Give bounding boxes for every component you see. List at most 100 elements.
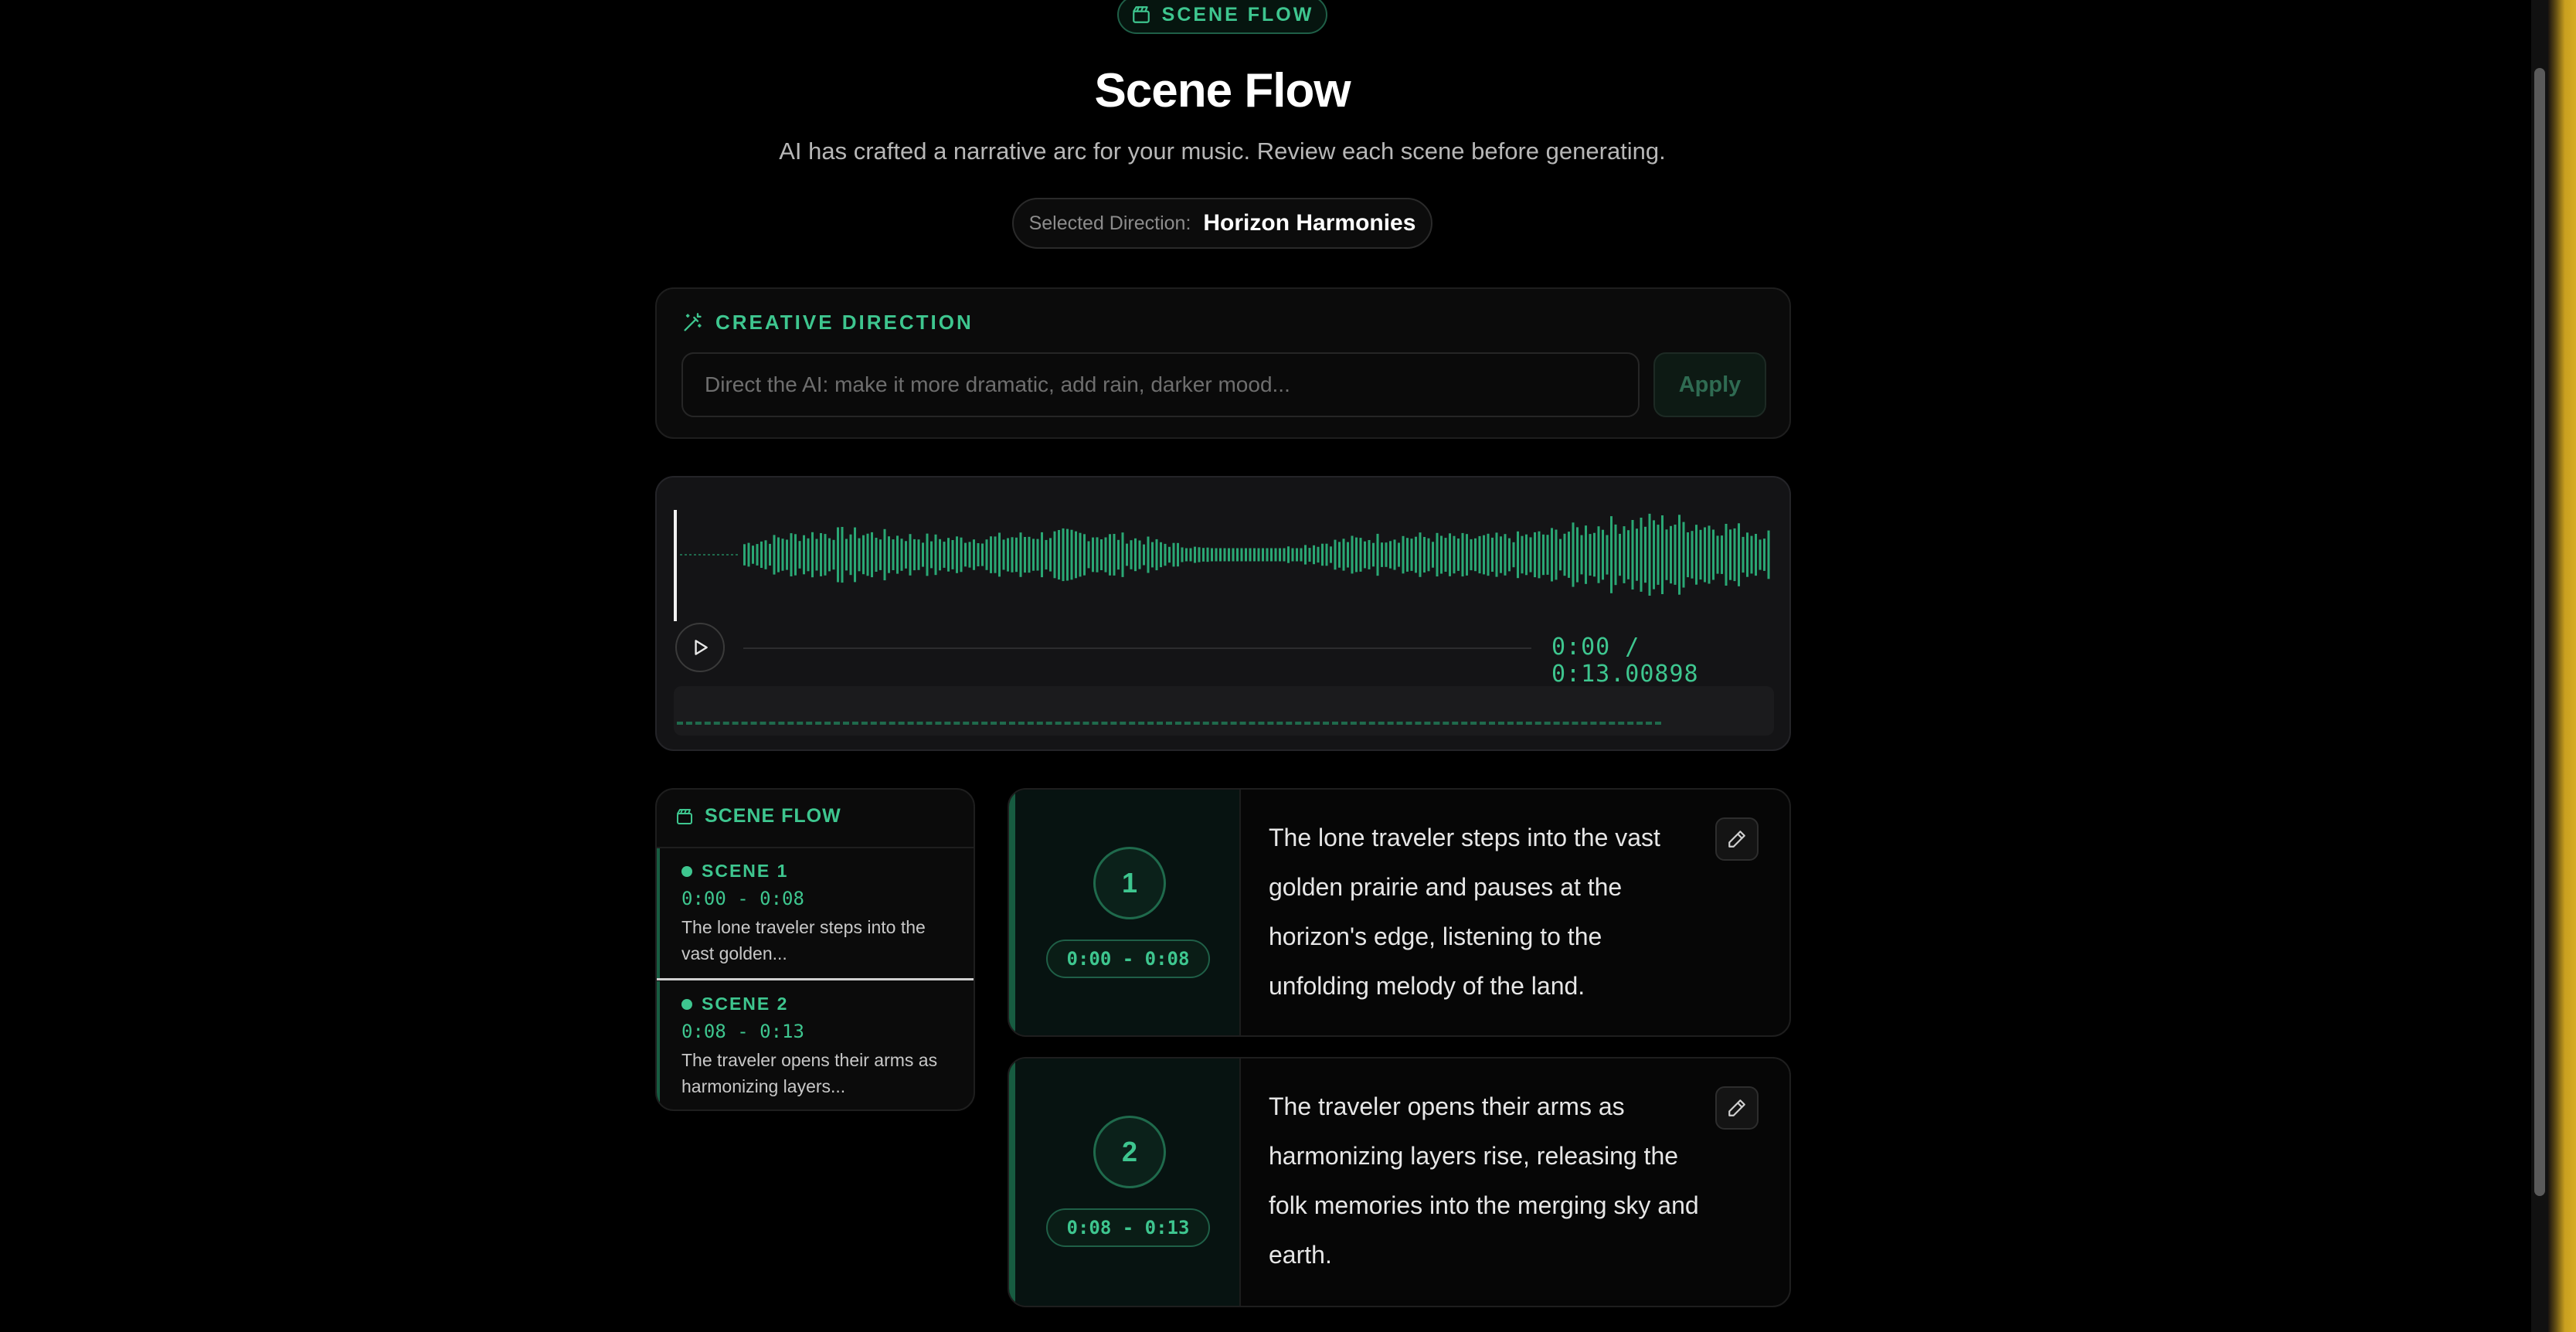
waveform-bar [1648, 513, 1651, 596]
waveform-bar [1466, 534, 1468, 576]
waveform[interactable] [674, 493, 1774, 624]
waveform-bar [1491, 537, 1494, 572]
waveform-bar [1449, 533, 1451, 576]
selected-direction-value: Horizon Harmonies [1203, 210, 1416, 236]
waveform-bar [1062, 528, 1065, 582]
waveform-bar [1415, 536, 1417, 573]
sidebar-scene-time: 0:00 - 0:08 [681, 888, 804, 909]
waveform-bar [1202, 548, 1205, 562]
waveform-bar [909, 534, 912, 576]
waveform-bar [1143, 544, 1145, 566]
creative-direction-input[interactable] [681, 352, 1640, 417]
waveform-bar [1682, 522, 1685, 588]
waveform-bar [1181, 547, 1184, 562]
scene-meta-panel: 1 0:00 - 0:08 [1015, 790, 1241, 1035]
scene-card-2: 2 0:08 - 0:13 The traveler opens their a… [1008, 1057, 1791, 1307]
waveform-bar [994, 536, 997, 573]
waveform-bar [1568, 532, 1570, 578]
waveform-bar [1665, 529, 1668, 580]
waveform-bar [930, 541, 933, 569]
waveform-bar [1002, 539, 1005, 570]
waveform-bar [1249, 548, 1252, 562]
waveform-bar [1725, 524, 1728, 586]
waveform-bar [1155, 539, 1158, 571]
scrollbar-thumb[interactable] [2534, 68, 2545, 1196]
waveform-bar [956, 536, 958, 573]
waveform-bar [1189, 548, 1192, 562]
playback-progress-track[interactable] [743, 647, 1531, 649]
selected-direction-label: Selected Direction: [1028, 212, 1191, 234]
waveform-bar [1266, 548, 1269, 562]
waveform-bar [1325, 543, 1328, 566]
waveform-bar [1759, 539, 1762, 570]
apply-button[interactable]: Apply [1653, 352, 1766, 417]
waveform-bar [947, 538, 950, 572]
waveform-bar [875, 538, 878, 572]
waveform-bar [1419, 532, 1422, 577]
waveform-bar [1402, 535, 1405, 574]
waveform-bar [1185, 548, 1188, 562]
selected-direction-pill: Selected Direction: Horizon Harmonies [1012, 198, 1432, 249]
scene-flow-sidebar: SCENE FLOW SCENE 1 0:00 - 0:08 The lone … [655, 788, 975, 1111]
waveform-bar [837, 527, 839, 583]
waveform-bar [1104, 537, 1107, 573]
waveform-bar [871, 532, 873, 578]
waveform-bar [1508, 538, 1511, 572]
waveform-bar [811, 532, 814, 578]
waveform-bar [1313, 545, 1315, 565]
waveform-bar [769, 543, 771, 566]
waveform-bar [1606, 535, 1609, 575]
waveform-bar [1542, 534, 1545, 576]
waveform-bar [1755, 534, 1757, 576]
waveform-bar [1240, 548, 1243, 562]
waveform-bar [1738, 523, 1740, 586]
waveform-bar [883, 528, 886, 581]
waveform-bar [985, 539, 988, 570]
waveform-bar [1164, 543, 1167, 566]
waveform-bar [1551, 528, 1553, 582]
playhead[interactable] [674, 510, 677, 621]
waveform-bar [922, 542, 924, 567]
sidebar-item-scene-2[interactable]: SCENE 2 0:08 - 0:13 The traveler opens t… [657, 981, 974, 1109]
edit-scene-button[interactable] [1715, 1086, 1759, 1130]
sidebar-scene-label: SCENE 2 [702, 994, 789, 1014]
waveform-bar [1015, 537, 1018, 573]
sidebar-item-scene-1[interactable]: SCENE 1 0:00 - 0:08 The lone traveler st… [657, 848, 974, 980]
waveform-bar [1317, 546, 1320, 563]
badge-label: SCENE FLOW [1161, 3, 1314, 25]
waveform-bar [1763, 539, 1765, 571]
waveform-bar [1308, 548, 1311, 562]
waveform-bar [1376, 533, 1379, 576]
waveform-bar [1461, 532, 1464, 577]
waveform-bar [1257, 548, 1260, 562]
waveform-bar [1474, 538, 1477, 572]
scene-dot [681, 998, 692, 1010]
waveform-bar [990, 536, 992, 573]
edit-scene-button[interactable] [1715, 817, 1759, 861]
pencil-icon [1728, 1099, 1745, 1116]
waveform-bar [777, 537, 780, 573]
waveform-bar [1733, 528, 1736, 582]
play-button[interactable] [675, 623, 725, 672]
waveform-bar [1432, 542, 1434, 568]
waveform-bar [845, 539, 848, 571]
waveform-bar [1559, 539, 1562, 571]
waveform-bar [781, 539, 784, 571]
waveform-bar [1117, 539, 1120, 570]
waveform-bar [1070, 529, 1073, 580]
waveform-bar [1712, 529, 1715, 580]
waveform-bar [1019, 532, 1022, 577]
waveform-bar [1075, 531, 1077, 579]
waveform-bar [1066, 528, 1069, 581]
scene-number: 2 [1093, 1116, 1166, 1188]
waveform-bar [756, 544, 759, 566]
scene-accent-bar [1009, 790, 1015, 1035]
waveform-bar [905, 541, 907, 569]
waveform-bar [1644, 526, 1647, 583]
sidebar-scene-excerpt: The traveler opens their arms as harmoni… [681, 1050, 938, 1096]
scene-timeline-strip[interactable] [674, 686, 1774, 736]
waveform-bar [1223, 548, 1226, 562]
waveform-bar [981, 543, 984, 566]
waveform-bar [1385, 542, 1388, 567]
waveform-bar [1534, 532, 1536, 578]
